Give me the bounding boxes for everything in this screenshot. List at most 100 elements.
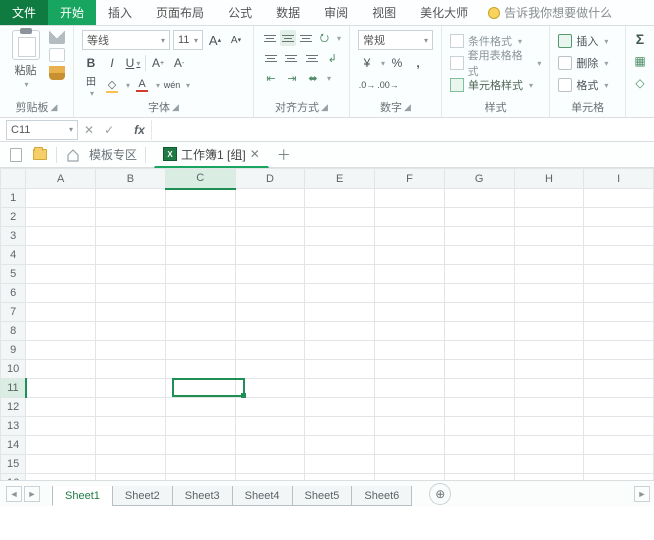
cell-A13[interactable] <box>26 417 96 436</box>
cell-A2[interactable] <box>26 208 96 227</box>
cell-C5[interactable] <box>165 265 235 284</box>
align-launcher-icon[interactable]: ◢ <box>321 102 328 113</box>
cell-H1[interactable] <box>514 189 584 208</box>
cell-A14[interactable] <box>26 436 96 455</box>
cell-D15[interactable] <box>235 455 305 474</box>
cell-F14[interactable] <box>375 436 445 455</box>
cell-C14[interactable] <box>165 436 235 455</box>
cell-B15[interactable] <box>96 455 166 474</box>
cell-H3[interactable] <box>514 227 584 246</box>
cell-A9[interactable] <box>26 341 96 360</box>
new-workbook-tab-button[interactable]: ＋ <box>277 145 291 165</box>
menu-tab-4[interactable]: 数据 <box>264 0 312 25</box>
cell-E3[interactable] <box>305 227 375 246</box>
cell-A3[interactable] <box>26 227 96 246</box>
home-icon[interactable] <box>65 147 81 163</box>
row-header-3[interactable]: 3 <box>1 227 26 246</box>
align-middle-button[interactable] <box>280 30 295 46</box>
cell-F1[interactable] <box>375 189 445 208</box>
bold-button[interactable]: B <box>82 54 100 72</box>
cell-B13[interactable] <box>96 417 166 436</box>
cell-G16[interactable] <box>444 474 514 481</box>
cell-I7[interactable] <box>584 303 654 322</box>
name-box[interactable]: C11▾ <box>6 120 78 140</box>
cell-H2[interactable] <box>514 208 584 227</box>
cell-A1[interactable] <box>26 189 96 208</box>
align-top-button[interactable] <box>262 30 277 46</box>
cell-F5[interactable] <box>375 265 445 284</box>
cell-G2[interactable] <box>444 208 514 227</box>
cell-G3[interactable] <box>444 227 514 246</box>
cell-D2[interactable] <box>235 208 305 227</box>
cell-G11[interactable] <box>444 379 514 398</box>
cell-D16[interactable] <box>235 474 305 481</box>
enter-formula-icon[interactable]: ✓ <box>104 123 114 137</box>
cell-C10[interactable] <box>165 360 235 379</box>
cell-F2[interactable] <box>375 208 445 227</box>
cell-I3[interactable] <box>584 227 654 246</box>
col-header-C[interactable]: C <box>165 169 235 189</box>
cell-F6[interactable] <box>375 284 445 303</box>
row-header-7[interactable]: 7 <box>1 303 26 322</box>
autosum-button[interactable]: Σ <box>630 30 650 48</box>
cell-I6[interactable] <box>584 284 654 303</box>
sheet-tab-Sheet5[interactable]: Sheet5 <box>292 486 353 506</box>
cell-I8[interactable] <box>584 322 654 341</box>
sheet-tab-Sheet1[interactable]: Sheet1 <box>52 486 113 506</box>
row-header-11[interactable]: 11 <box>1 379 26 398</box>
cell-H14[interactable] <box>514 436 584 455</box>
menu-tab-3[interactable]: 公式 <box>216 0 264 25</box>
close-workbook-icon[interactable]: ✕ <box>250 147 260 161</box>
cell-E14[interactable] <box>305 436 375 455</box>
cell-A8[interactable] <box>26 322 96 341</box>
cell-A12[interactable] <box>26 398 96 417</box>
cell-H8[interactable] <box>514 322 584 341</box>
col-header-A[interactable]: A <box>26 169 96 189</box>
sheet-nav-next-button[interactable]: ► <box>24 486 40 502</box>
phonetic-button[interactable]: wén <box>163 76 181 94</box>
cell-B2[interactable] <box>96 208 166 227</box>
row-header-5[interactable]: 5 <box>1 265 26 284</box>
grow-font-alt-button[interactable]: A+ <box>149 54 167 72</box>
cell-I5[interactable] <box>584 265 654 284</box>
cell-C2[interactable] <box>165 208 235 227</box>
cell-H10[interactable] <box>514 360 584 379</box>
cell-C11[interactable] <box>165 379 235 398</box>
cell-E10[interactable] <box>305 360 375 379</box>
cell-E7[interactable] <box>305 303 375 322</box>
cell-H16[interactable] <box>514 474 584 481</box>
cell-I14[interactable] <box>584 436 654 455</box>
row-header-16[interactable]: 16 <box>1 474 26 481</box>
align-left-button[interactable] <box>262 50 280 66</box>
cell-C15[interactable] <box>165 455 235 474</box>
row-header-13[interactable]: 13 <box>1 417 26 436</box>
cell-E6[interactable] <box>305 284 375 303</box>
cell-D9[interactable] <box>235 341 305 360</box>
menu-file[interactable]: 文件 <box>0 0 48 25</box>
menu-tab-1[interactable]: 插入 <box>96 0 144 25</box>
cell-H6[interactable] <box>514 284 584 303</box>
worksheet-grid[interactable]: ABCDEFGHI 12345678910111213141516 <box>0 168 654 480</box>
col-header-H[interactable]: H <box>514 169 584 189</box>
border-button[interactable]: 田▾ <box>82 76 100 94</box>
cell-C1[interactable] <box>165 189 235 208</box>
cell-C16[interactable] <box>165 474 235 481</box>
row-header-6[interactable]: 6 <box>1 284 26 303</box>
cell-F3[interactable] <box>375 227 445 246</box>
cell-A15[interactable] <box>26 455 96 474</box>
cell-F9[interactable] <box>375 341 445 360</box>
cell-H15[interactable] <box>514 455 584 474</box>
cell-F15[interactable] <box>375 455 445 474</box>
font-launcher-icon[interactable]: ◢ <box>172 102 179 113</box>
cell-G14[interactable] <box>444 436 514 455</box>
cell-H4[interactable] <box>514 246 584 265</box>
cell-B10[interactable] <box>96 360 166 379</box>
cell-H11[interactable] <box>514 379 584 398</box>
wrap-text-button[interactable]: ↲ <box>324 50 342 66</box>
cell-A10[interactable] <box>26 360 96 379</box>
row-header-10[interactable]: 10 <box>1 360 26 379</box>
cut-icon[interactable] <box>49 30 65 44</box>
cell-H13[interactable] <box>514 417 584 436</box>
cell-A11[interactable] <box>26 379 96 398</box>
cell-G9[interactable] <box>444 341 514 360</box>
